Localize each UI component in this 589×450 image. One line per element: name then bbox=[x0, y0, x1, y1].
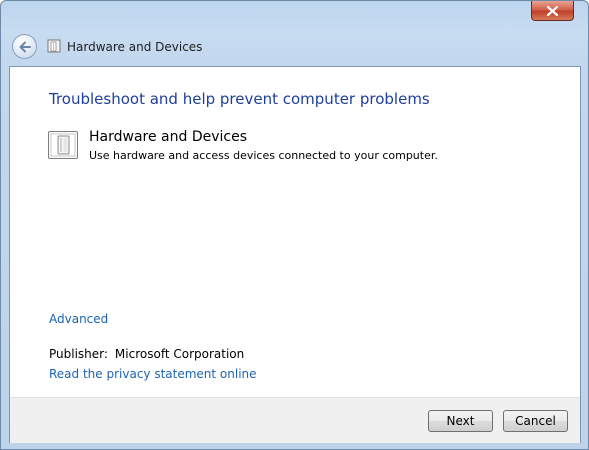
advanced-link[interactable]: Advanced bbox=[49, 311, 108, 327]
cancel-button[interactable]: Cancel bbox=[503, 410, 568, 432]
hardware-device-small-icon bbox=[47, 39, 61, 53]
footer-bar: Next Cancel bbox=[10, 397, 580, 443]
back-button[interactable] bbox=[12, 34, 37, 59]
hardware-device-icon bbox=[48, 131, 78, 159]
window-title: Hardware and Devices bbox=[67, 40, 203, 54]
next-button[interactable]: Next bbox=[428, 410, 493, 432]
item-title[interactable]: Hardware and Devices bbox=[89, 128, 247, 146]
page-heading: Troubleshoot and help prevent computer p… bbox=[49, 90, 430, 108]
content-panel: Troubleshoot and help prevent computer p… bbox=[9, 66, 581, 443]
item-description: Use hardware and access devices connecte… bbox=[89, 149, 438, 162]
close-x-icon bbox=[547, 5, 558, 16]
publisher-label: Publisher: bbox=[49, 347, 108, 361]
publisher-line: Publisher: Microsoft Corporation bbox=[49, 346, 244, 362]
privacy-statement-link[interactable]: Read the privacy statement online bbox=[49, 366, 257, 382]
close-button[interactable] bbox=[531, 1, 574, 21]
troubleshooter-window: Hardware and Devices Troubleshoot and he… bbox=[0, 0, 589, 450]
publisher-value: Microsoft Corporation bbox=[114, 347, 245, 361]
back-arrow-icon bbox=[19, 41, 31, 52]
